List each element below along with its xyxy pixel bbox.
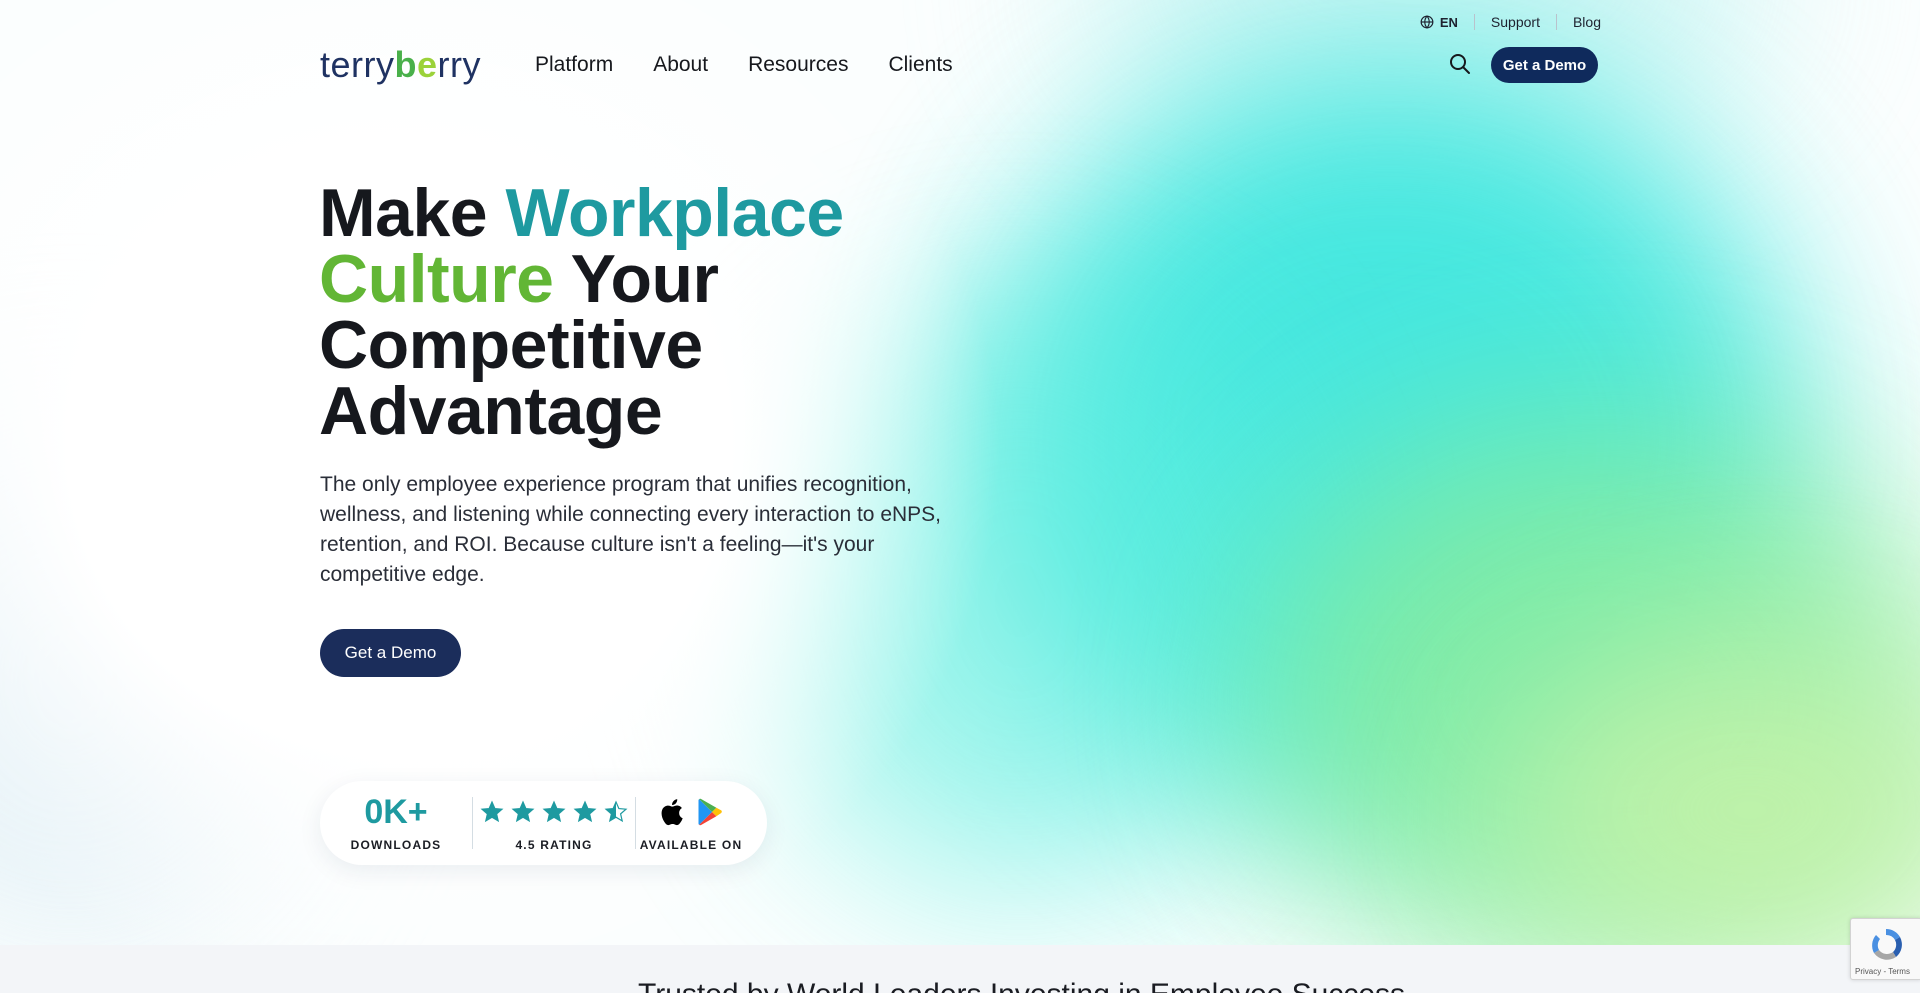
logo-text: terry: [320, 44, 395, 85]
hero-get-demo-button[interactable]: Get a Demo: [320, 629, 461, 677]
hero-gradient-background: [0, 0, 1920, 945]
downloads-value: 0K+: [364, 793, 428, 831]
logo-text: b: [394, 44, 417, 85]
hero-subtitle: The only employee experience program tha…: [320, 473, 942, 586]
hero-title-text: Your: [553, 241, 719, 317]
hero-title: Make Workplace Culture Your Competitive …: [319, 179, 844, 445]
stats-card: 0K+ DOWNLOADS 4.5 RATING AVAILABLE ON: [320, 781, 767, 865]
search-icon[interactable]: [1448, 52, 1472, 76]
hero-title-highlight: Culture: [319, 241, 554, 317]
rating-stat: 4.5 RATING: [473, 781, 635, 865]
clients-section-title: Trusted by World Leaders Investing in Em…: [638, 978, 1405, 993]
downloads-label: DOWNLOADS: [350, 838, 442, 852]
support-link[interactable]: Support: [1475, 14, 1556, 30]
apple-icon[interactable]: [658, 797, 684, 827]
recaptcha-icon: [1872, 928, 1902, 960]
hero-title-highlight: Workplace: [505, 175, 845, 251]
header-get-demo-button[interactable]: Get a Demo: [1491, 47, 1598, 83]
hero-title-text: Make: [319, 175, 506, 251]
page: Trusted by World Leaders Investing in Em…: [0, 0, 1920, 993]
downloads-stat: 0K+ DOWNLOADS: [320, 781, 472, 865]
hero-title-text: Competitive: [319, 307, 703, 383]
star-icon: [573, 800, 597, 823]
globe-icon: [1420, 15, 1434, 29]
rating-label: 4.5 RATING: [515, 838, 593, 852]
nav-clients[interactable]: Clients: [888, 53, 952, 77]
nav-resources[interactable]: Resources: [748, 53, 848, 77]
rating-stars: [480, 794, 628, 830]
logo-text: e: [417, 44, 438, 85]
terryberry-logo[interactable]: terryberry: [320, 44, 481, 86]
main-nav: Platform About Resources Clients: [535, 53, 953, 77]
google-play-icon[interactable]: [698, 798, 724, 826]
nav-about[interactable]: About: [653, 53, 708, 77]
star-icon: [542, 800, 566, 823]
available-label: AVAILABLE ON: [639, 838, 743, 852]
utility-bar: EN Support Blog: [1404, 14, 1601, 30]
blog-link[interactable]: Blog: [1557, 14, 1601, 30]
nav-platform[interactable]: Platform: [535, 53, 613, 77]
availability-stat: AVAILABLE ON: [636, 781, 746, 865]
star-icon: [480, 800, 504, 823]
language-selector[interactable]: EN: [1404, 15, 1474, 30]
star-icon: [604, 800, 628, 823]
recaptcha-terms: Privacy - Terms: [1855, 967, 1910, 976]
language-label: EN: [1439, 14, 1458, 30]
hero-title-text: Advantage: [319, 373, 663, 449]
logo-text: rry: [437, 44, 482, 85]
star-icon: [511, 800, 535, 823]
recaptcha-badge[interactable]: Privacy - Terms: [1850, 918, 1920, 980]
